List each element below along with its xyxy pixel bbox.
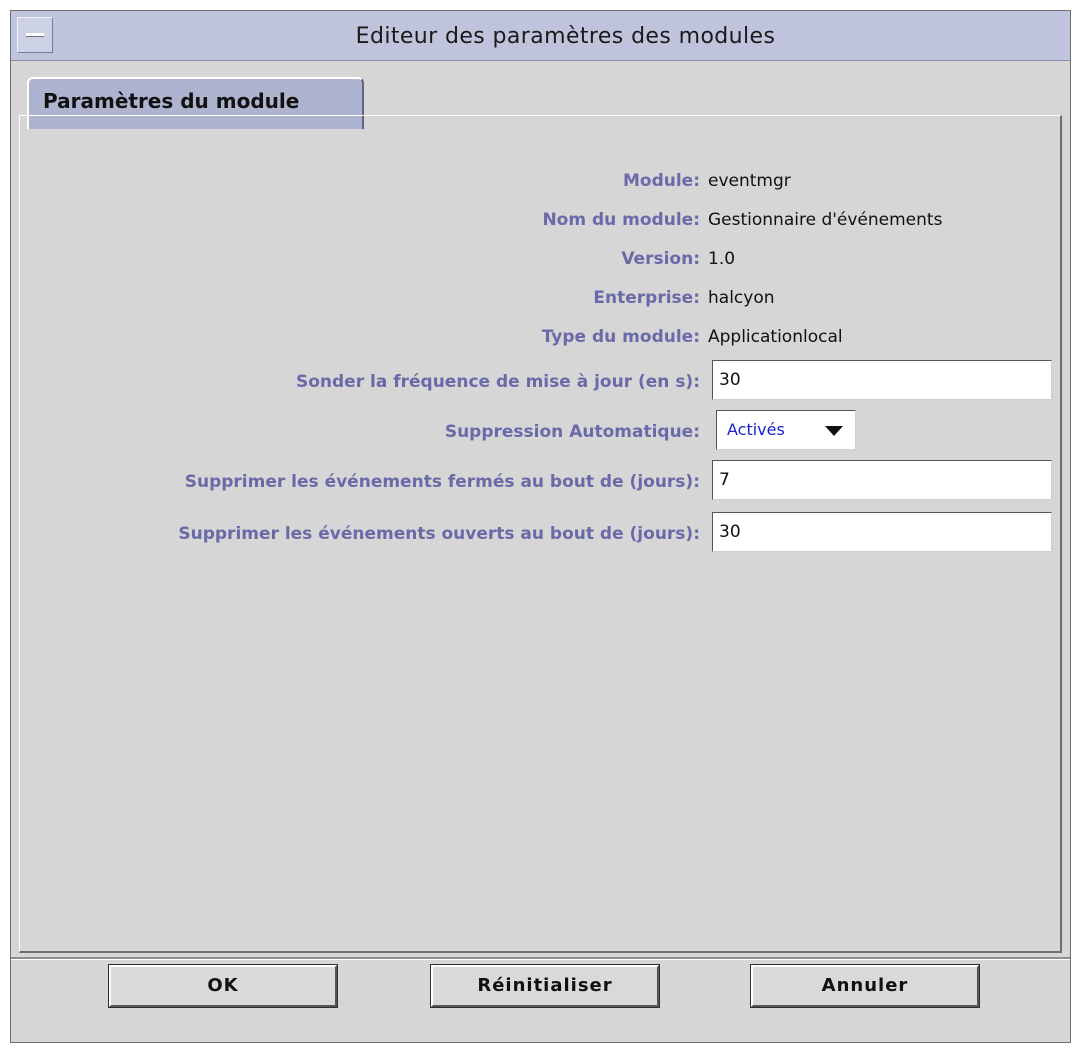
open-events-days-input[interactable]: 30 [712,512,1052,552]
version-label: Version: [621,249,700,269]
title-bar[interactable]: Editeur des paramètres des modules [11,11,1070,61]
module-parameters-editor-window: Editeur des paramètres des modules Param… [10,10,1071,1043]
auto-delete-select[interactable]: Activés [716,410,856,450]
open-events-label: Supprimer les événements ouverts au bout… [178,524,700,544]
enterprise-value: halcyon [708,288,775,308]
poll-frequency-label: Sonder la fréquence de mise à jour (en s… [295,372,700,392]
reset-button[interactable]: Réinitialiser [430,964,660,1008]
ok-button[interactable]: OK [108,964,338,1008]
cancel-button[interactable]: Annuler [750,964,980,1008]
parameters-panel: Module: eventmgr Nom du module: Gestionn… [19,115,1062,953]
version-value: 1.0 [708,249,736,269]
poll-frequency-input[interactable]: 30 [712,360,1052,400]
window-menu-icon [26,33,44,37]
auto-delete-label: Suppression Automatique: [444,422,700,442]
module-type-label: Type du module: [541,327,700,347]
auto-delete-selected-value: Activés [727,420,785,439]
module-name-label: Nom du module: [542,210,700,230]
module-name-value: Gestionnaire d'événements [708,210,943,230]
module-type-value: Applicationlocal [708,327,843,347]
tab-label: Paramètres du module [43,89,300,113]
module-value: eventmgr [708,171,791,191]
enterprise-label: Enterprise: [593,288,700,308]
closed-events-days-input[interactable]: 7 [712,460,1052,500]
window-menu-button[interactable] [17,17,53,53]
window-title: Editeur des paramètres des modules [355,24,776,49]
module-label: Module: [622,171,700,191]
chevron-down-icon[interactable] [825,426,843,436]
closed-events-label: Supprimer les événements fermés au bout … [184,472,700,492]
button-bar-divider [11,957,1070,960]
